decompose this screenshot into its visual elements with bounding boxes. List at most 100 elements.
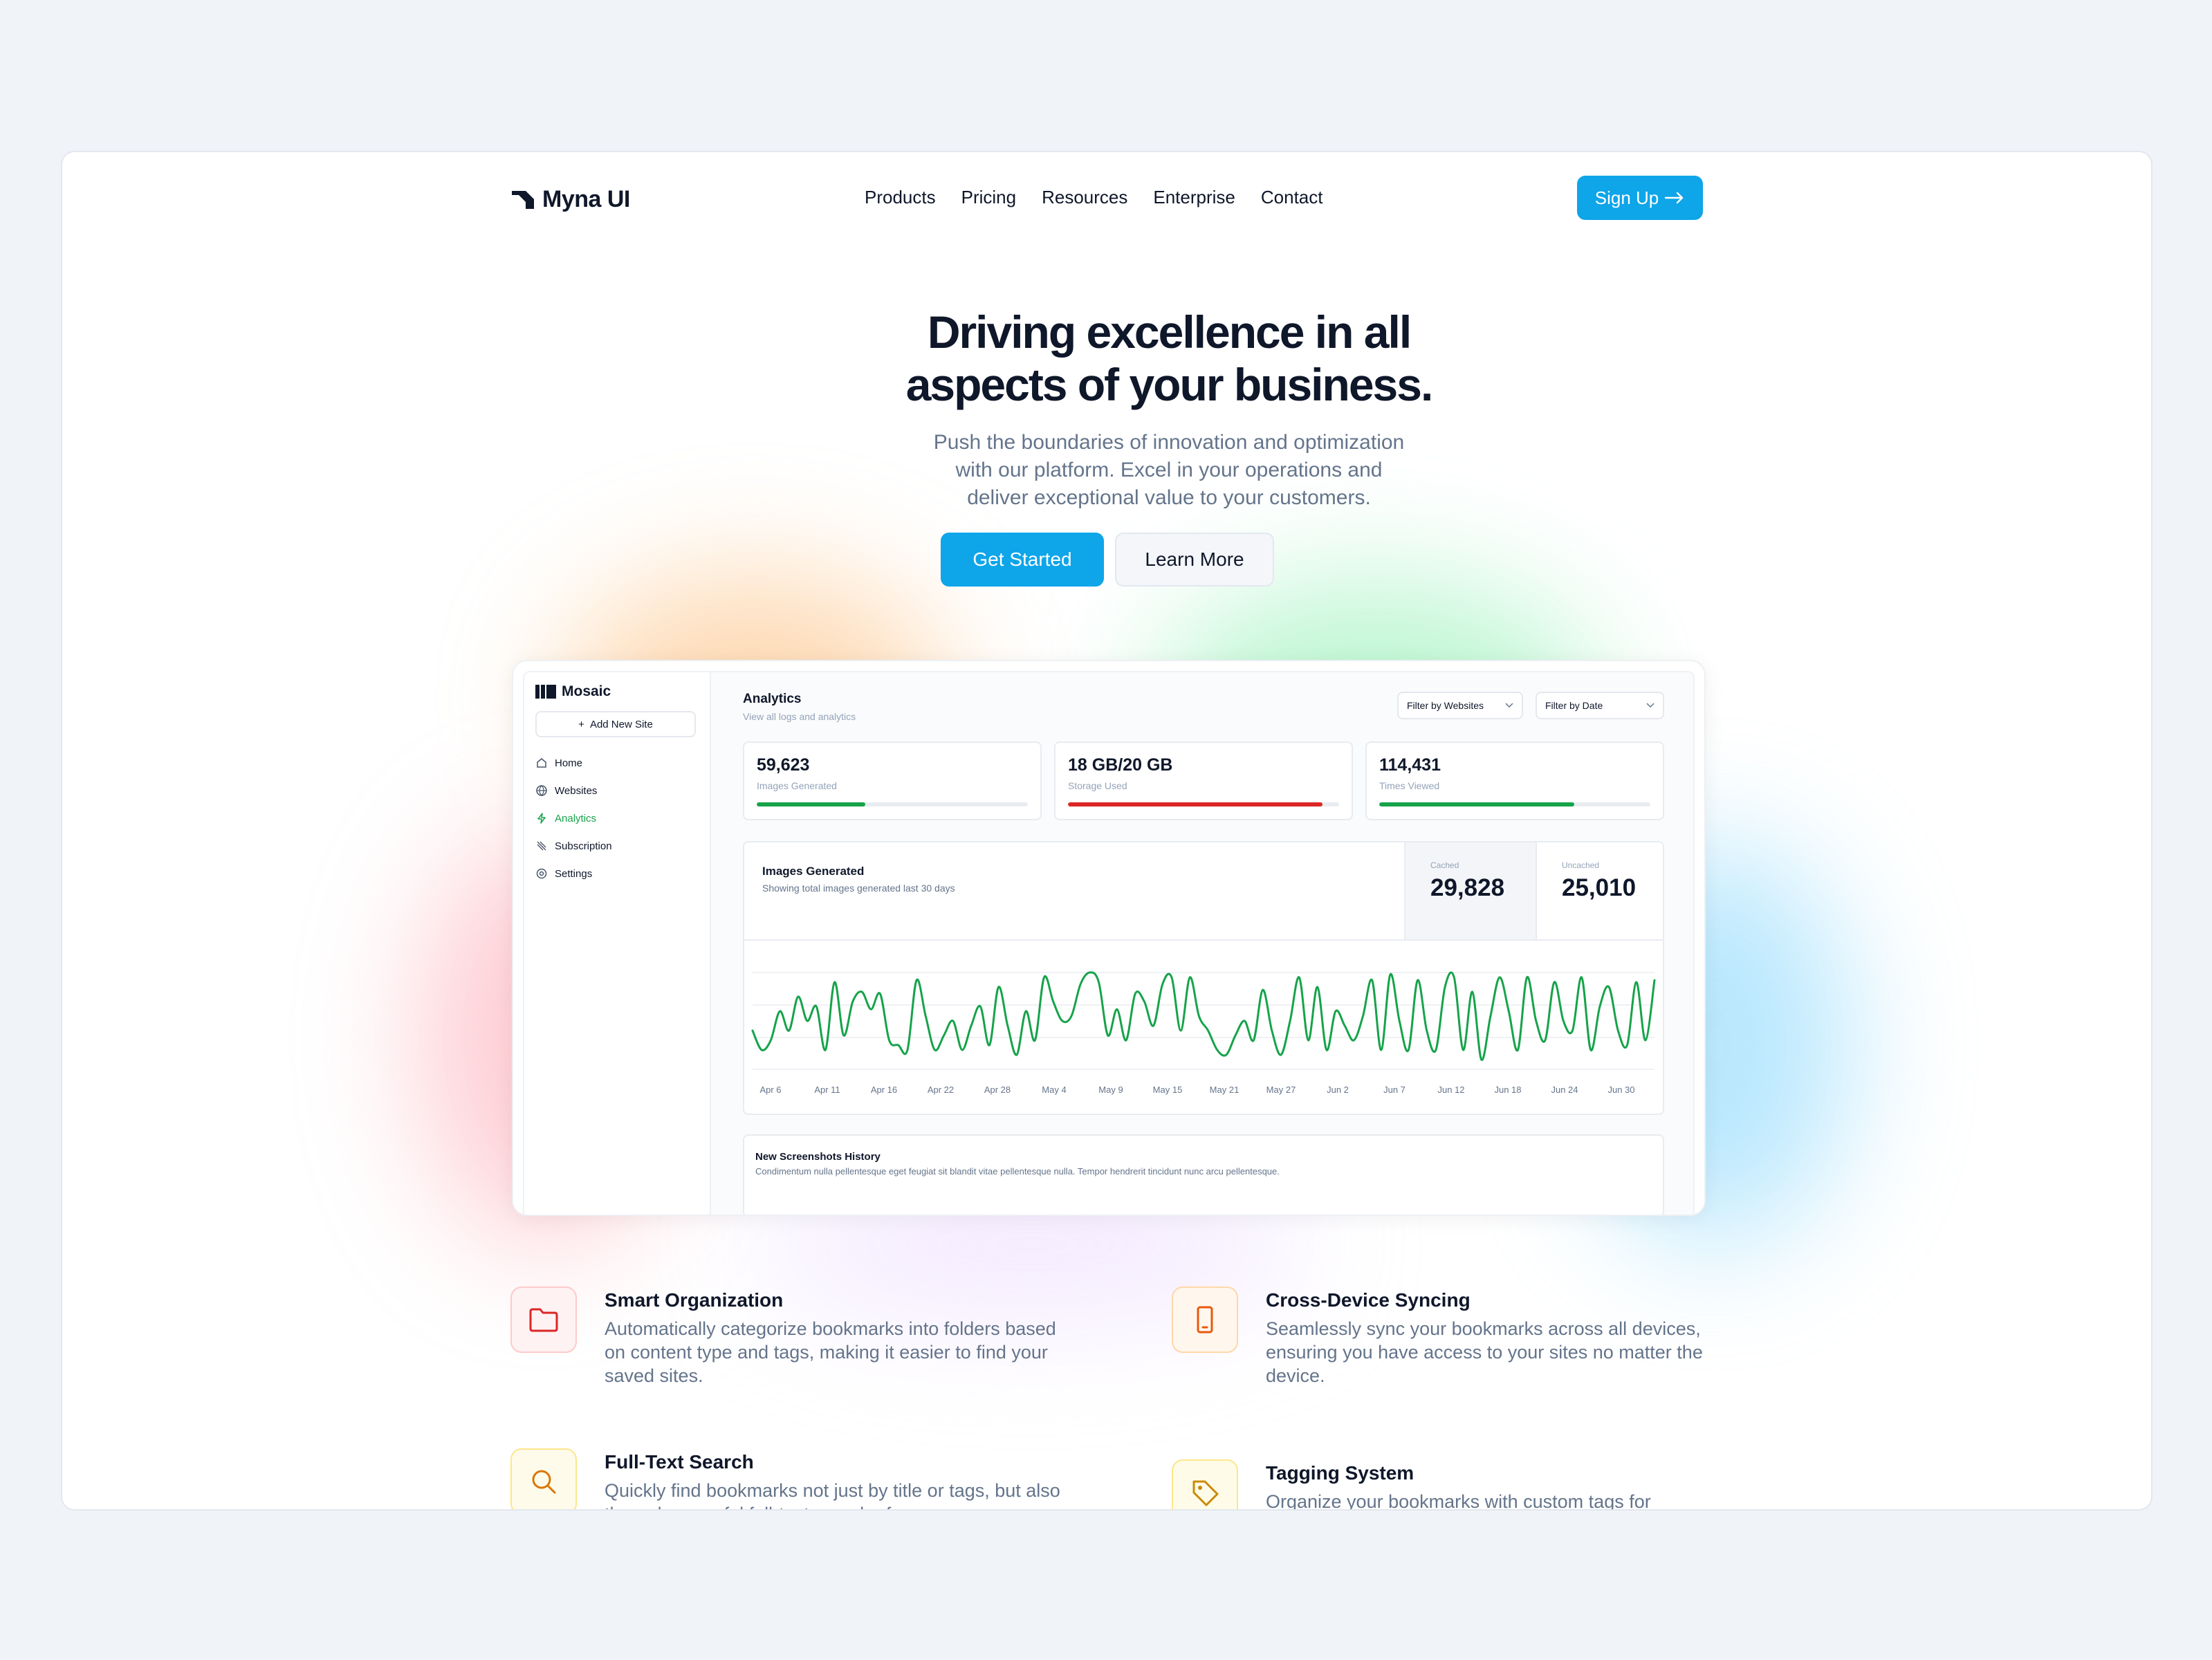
feature-tagging-system: Tagging System Organize your bookmarks w…: [1172, 1459, 1739, 1511]
subscription-icon: [537, 841, 546, 851]
x-tick-label: Apr 16: [871, 1085, 897, 1095]
sidebar-item-label: Subscription: [555, 840, 612, 852]
filter-websites-label: Filter by Websites: [1407, 700, 1484, 711]
cached-value: 29,828: [1430, 874, 1505, 901]
chart-card-subtitle: Showing total images generated last 30 d…: [762, 883, 955, 894]
stat-progress: [1068, 802, 1339, 806]
chevron-down-icon: [1646, 703, 1655, 708]
bolt-icon: [537, 813, 546, 824]
hero-title-line2: aspects of your business.: [905, 359, 1434, 410]
hero-title-line1: Driving excellence in all: [927, 306, 1412, 358]
globe-icon: [536, 785, 547, 796]
sidebar-item-subscription[interactable]: Subscription: [535, 840, 612, 852]
learn-more-button[interactable]: Learn More: [1115, 533, 1274, 587]
history-title: New Screenshots History: [755, 1151, 881, 1163]
feature-title: Full-Text Search: [605, 1451, 754, 1473]
images-line-chart: Apr 6 Apr 11 Apr 16 Apr 22 Apr 28 May 4 May 9 M…: [751, 971, 1656, 1095]
stat-card-views: 114,431 Times Viewed: [1365, 741, 1664, 820]
nav-resources[interactable]: Resources: [1042, 187, 1127, 208]
hero-subtitle-line2: with our platform. Excel in your operati…: [955, 459, 1383, 481]
feature-icon-box: [510, 1286, 577, 1353]
stat-value: 114,431: [1379, 755, 1441, 775]
stat-progress: [757, 802, 1028, 806]
nav-enterprise[interactable]: Enterprise: [1153, 187, 1235, 208]
x-tick-label: Apr 28: [984, 1085, 1011, 1095]
sidebar-item-websites[interactable]: Websites: [535, 784, 597, 797]
mosaic-logo[interactable]: Mosaic: [535, 683, 611, 700]
brand-name: Myna UI: [542, 185, 630, 212]
x-tick-label: Jun 2: [1327, 1085, 1349, 1095]
feature-description: Automatically categorize bookmarks into …: [605, 1318, 1056, 1386]
dashboard-main: Analytics View all logs and analytics Fi…: [711, 672, 1693, 1215]
images-generated-card: Images Generated Showing total images ge…: [743, 841, 1664, 1115]
cached-summary[interactable]: Cached 29,828: [1404, 842, 1537, 939]
plus-icon: +: [578, 718, 584, 730]
stat-progress: [1379, 802, 1650, 806]
nav-contact[interactable]: Contact: [1261, 187, 1323, 208]
stat-label: Images Generated: [757, 780, 837, 791]
add-new-site-button[interactable]: + Add New Site: [535, 711, 696, 737]
uncached-summary[interactable]: Uncached 25,010: [1536, 842, 1663, 939]
filter-date-select[interactable]: Filter by Date: [1536, 692, 1664, 719]
signup-button[interactable]: Sign Up: [1577, 176, 1703, 220]
phone-icon: [1197, 1306, 1213, 1334]
add-new-site-label: Add New Site: [589, 718, 653, 730]
nav-pricing[interactable]: Pricing: [961, 187, 1016, 208]
feature-title: Cross-Device Syncing: [1266, 1289, 1471, 1311]
x-tick-label: Apr 22: [928, 1085, 954, 1095]
stat-label: Storage Used: [1068, 780, 1127, 791]
x-tick-label: Jun 24: [1551, 1085, 1578, 1095]
folder-icon: [529, 1308, 558, 1332]
stat-progress-fill: [1379, 802, 1575, 806]
page-frame: Myna UI Products Pricing Resources Enter…: [61, 151, 2153, 1511]
dashboard-preview: Mosaic + Add New Site Home Websites Anal…: [512, 660, 1706, 1216]
feature-full-text-search: Full-Text Search Quickly find bookmarks …: [510, 1448, 1078, 1509]
sidebar-item-settings[interactable]: Settings: [535, 867, 592, 880]
x-tick-label: May 4: [1042, 1085, 1066, 1095]
search-icon: [532, 1470, 556, 1494]
cached-label: Cached: [1430, 860, 1459, 870]
filter-date-label: Filter by Date: [1545, 700, 1603, 711]
sidebar-item-home[interactable]: Home: [535, 757, 582, 769]
analytics-title: Analytics: [743, 692, 802, 706]
mosaic-logo-icon: [535, 685, 556, 699]
filter-websites-select[interactable]: Filter by Websites: [1397, 692, 1523, 719]
x-tick-label: May 15: [1153, 1085, 1183, 1095]
feature-cross-device: Cross-Device Syncing Seamlessly sync you…: [1172, 1286, 1739, 1397]
mosaic-name: Mosaic: [562, 683, 611, 699]
sidebar-item-label: Websites: [555, 784, 598, 797]
sidebar-item-analytics[interactable]: Analytics: [535, 812, 596, 824]
x-tick-label: Jun 30: [1607, 1085, 1634, 1095]
x-tick-label: Jun 18: [1494, 1085, 1521, 1095]
feature-description: Organize your bookmarks with custom tags…: [1266, 1491, 1651, 1511]
x-tick-label: Jun 12: [1437, 1085, 1464, 1095]
brand-logo[interactable]: Myna UI: [510, 184, 630, 214]
feature-icon-box: [1172, 1286, 1238, 1353]
stat-card-storage: 18 GB/20 GB Storage Used: [1054, 741, 1353, 820]
nav-products[interactable]: Products: [865, 187, 936, 208]
chart-card-title: Images Generated: [762, 865, 865, 878]
stat-label: Times Viewed: [1379, 780, 1440, 791]
feature-icon-box: [1172, 1459, 1238, 1509]
analytics-subtitle: View all logs and analytics: [743, 711, 856, 722]
feature-smart-organization: Smart Organization Automatically categor…: [510, 1286, 1078, 1397]
home-icon: [537, 758, 546, 768]
hero-subtitle-line3: deliver exceptional value to your custom…: [967, 486, 1371, 509]
get-started-button[interactable]: Get Started: [941, 533, 1104, 587]
tag-icon: [1192, 1480, 1219, 1506]
dashboard-sidebar: Mosaic + Add New Site Home Websites Anal…: [524, 672, 711, 1215]
sidebar-item-label: Settings: [555, 867, 593, 880]
arrow-right-icon: [1665, 192, 1684, 204]
sidebar-item-label: Analytics: [555, 812, 597, 824]
gear-icon: [536, 868, 547, 879]
uncached-value: 25,010: [1562, 874, 1637, 901]
main-nav: Products Pricing Resources Enterprise Co…: [865, 187, 1322, 208]
x-tick-label: May 27: [1266, 1085, 1296, 1095]
x-tick-label: Jun 7: [1383, 1085, 1405, 1095]
uncached-label: Uncached: [1562, 860, 1600, 870]
dashboard-window: Mosaic + Add New Site Home Websites Anal…: [523, 671, 1695, 1215]
stat-value: 18 GB/20 GB: [1068, 755, 1173, 775]
feature-title: Smart Organization: [605, 1289, 784, 1311]
stat-progress-fill: [757, 802, 865, 806]
feature-description: Seamlessly sync your bookmarks across al…: [1266, 1318, 1703, 1386]
